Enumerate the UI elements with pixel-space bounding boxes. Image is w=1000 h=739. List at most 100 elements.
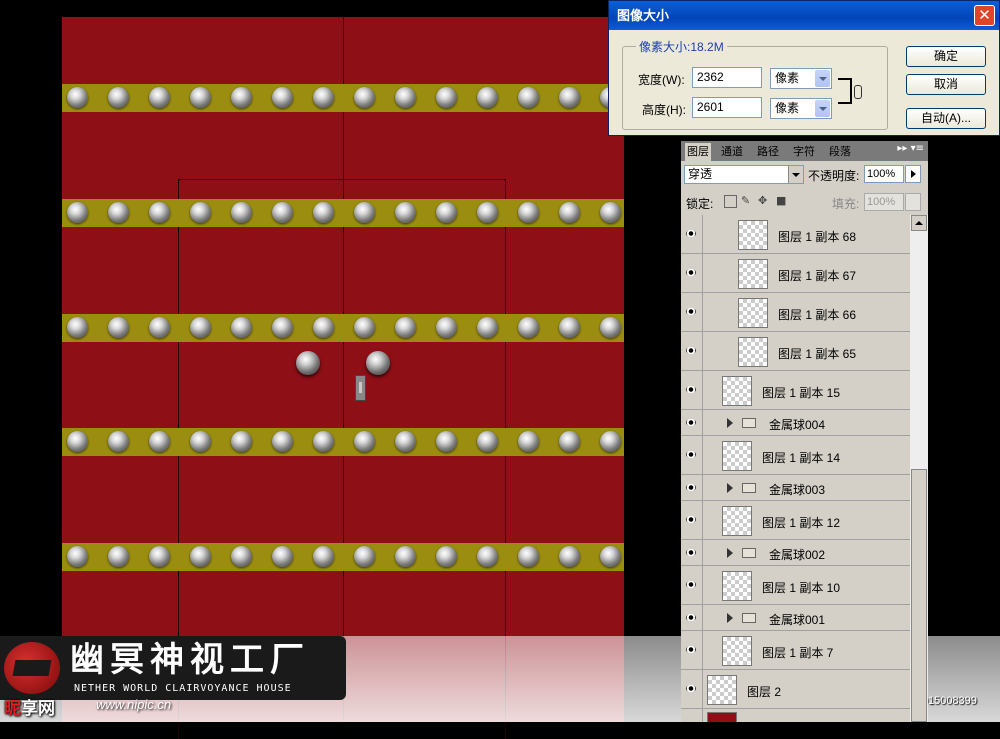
- metal-stud: [67, 431, 88, 452]
- fill-slider-arrow-icon[interactable]: [905, 193, 921, 211]
- scrollbar-thumb[interactable]: [911, 469, 927, 722]
- visibility-eye-icon[interactable]: [681, 371, 703, 409]
- visibility-eye-icon[interactable]: [681, 410, 703, 435]
- visibility-eye-icon[interactable]: [681, 332, 703, 370]
- metal-stud: [600, 431, 621, 452]
- visibility-eye-icon[interactable]: [681, 670, 703, 708]
- layer-thumbnail: [707, 675, 737, 705]
- width-unit-select[interactable]: 像素: [770, 68, 832, 89]
- metal-stud: [354, 431, 375, 452]
- opacity-slider-arrow-icon[interactable]: [905, 165, 921, 183]
- height-label: 高度(H):: [642, 103, 686, 117]
- layer-name: 图层 1 副本 15: [762, 386, 841, 400]
- height-input[interactable]: 2601: [692, 97, 762, 118]
- layer-list-scrollbar[interactable]: [910, 215, 928, 722]
- visibility-eye-icon[interactable]: [681, 540, 703, 565]
- metal-stud: [272, 202, 293, 223]
- opacity-input[interactable]: 100%: [864, 165, 904, 183]
- metal-stud: [477, 87, 498, 108]
- height-unit-value: 像素: [775, 101, 800, 115]
- layer-row[interactable]: 图层 1 副本 66: [681, 293, 910, 332]
- visibility-eye-icon[interactable]: [681, 436, 703, 474]
- layer-group-row[interactable]: 金属球002: [681, 540, 910, 566]
- logo-en-text: NETHER WORLD CLAIRVOYANCE HOUSE: [74, 683, 292, 694]
- height-unit-select[interactable]: 像素: [770, 98, 832, 119]
- metal-stud: [600, 202, 621, 223]
- tab-layers[interactable]: 图层: [685, 143, 711, 161]
- metal-stud: [149, 87, 170, 108]
- layer-row[interactable]: 图层 1 副本 67: [681, 254, 910, 293]
- metal-stud: [108, 317, 129, 338]
- visibility-eye-icon[interactable]: [681, 475, 703, 500]
- visibility-eye-icon[interactable]: [681, 709, 703, 722]
- tab-channels[interactable]: 通道: [719, 143, 745, 161]
- layer-row[interactable]: 图层 1 副本 12: [681, 501, 910, 540]
- cancel-button[interactable]: 取消: [906, 74, 986, 95]
- gold-band: [62, 314, 624, 342]
- expand-triangle-icon[interactable]: [727, 548, 733, 558]
- lock-label: 锁定:: [686, 197, 714, 211]
- blend-mode-select[interactable]: 穿透: [684, 165, 804, 184]
- visibility-eye-icon[interactable]: [681, 631, 703, 669]
- layer-row[interactable]: 图层 2: [681, 670, 910, 709]
- close-icon[interactable]: ✕: [974, 5, 995, 26]
- pixel-size-label: 像素大小:18.2M: [636, 38, 727, 55]
- watermark-url: www.nipic.cn: [96, 697, 172, 712]
- lock-brush-icon[interactable]: ✎: [741, 195, 752, 206]
- metal-stud: [149, 431, 170, 452]
- panel-tabs: 图层 通道 路径 字符 段落 ▸▸ ▾≡: [681, 141, 928, 161]
- metal-stud: [477, 431, 498, 452]
- visibility-eye-icon[interactable]: [681, 501, 703, 539]
- logo-cn-text: 幽冥神视工厂: [70, 640, 310, 680]
- tab-paragraph[interactable]: 段落: [827, 143, 853, 161]
- folder-icon: [742, 483, 756, 493]
- visibility-eye-icon[interactable]: [681, 605, 703, 630]
- visibility-eye-icon[interactable]: [681, 215, 703, 253]
- visibility-eye-icon[interactable]: [681, 566, 703, 604]
- layer-group-row[interactable]: 金属球003: [681, 475, 910, 501]
- expand-triangle-icon[interactable]: [727, 418, 733, 428]
- panel-menu-icon[interactable]: ▸▸ ▾≡: [897, 143, 924, 154]
- fill-label: 填充:: [832, 197, 860, 211]
- metal-stud: [231, 431, 252, 452]
- metal-stud: [272, 546, 293, 567]
- layer-row[interactable]: 图层 1 副本 15: [681, 371, 910, 410]
- lock-all-icon[interactable]: ■: [776, 195, 787, 206]
- lock-move-icon[interactable]: ✥: [758, 195, 769, 206]
- metal-stud: [313, 87, 334, 108]
- layer-row[interactable]: 图层 1 副本 7: [681, 631, 910, 670]
- metal-stud: [354, 87, 375, 108]
- width-input[interactable]: 2362: [692, 67, 762, 88]
- metal-stud: [559, 431, 580, 452]
- layer-row[interactable]: 图层 1 副本 10: [681, 566, 910, 605]
- layer-group-row[interactable]: 金属球004: [681, 410, 910, 436]
- metal-stud: [149, 546, 170, 567]
- metal-stud: [272, 317, 293, 338]
- ok-button[interactable]: 确定: [906, 46, 986, 67]
- metal-stud: [108, 87, 129, 108]
- metal-stud: [67, 546, 88, 567]
- watermark-site-first: 昵: [4, 699, 21, 718]
- scroll-up-icon[interactable]: [911, 215, 927, 231]
- tab-character[interactable]: 字符: [791, 143, 817, 161]
- expand-triangle-icon[interactable]: [727, 613, 733, 623]
- metal-stud: [190, 546, 211, 567]
- layer-row[interactable]: 图层 1 副本 65: [681, 332, 910, 371]
- layer-row[interactable]: 图层 1 副本 68: [681, 215, 910, 254]
- visibility-eye-icon[interactable]: [681, 254, 703, 292]
- auto-button[interactable]: 自动(A)...: [906, 108, 986, 129]
- metal-stud: [231, 546, 252, 567]
- fill-input[interactable]: 100%: [864, 193, 904, 211]
- lock-transparency-icon[interactable]: [724, 195, 737, 208]
- layer-row[interactable]: 图层 1 副本 14: [681, 436, 910, 475]
- metal-stud: [518, 317, 539, 338]
- visibility-eye-icon[interactable]: [681, 293, 703, 331]
- layer-group-row[interactable]: 金属球001: [681, 605, 910, 631]
- metal-stud: [559, 546, 580, 567]
- door-knob: [296, 351, 320, 375]
- layer-row[interactable]: 背景: [681, 709, 910, 722]
- metal-stud: [354, 317, 375, 338]
- metal-stud: [231, 317, 252, 338]
- expand-triangle-icon[interactable]: [727, 483, 733, 493]
- tab-paths[interactable]: 路径: [755, 143, 781, 161]
